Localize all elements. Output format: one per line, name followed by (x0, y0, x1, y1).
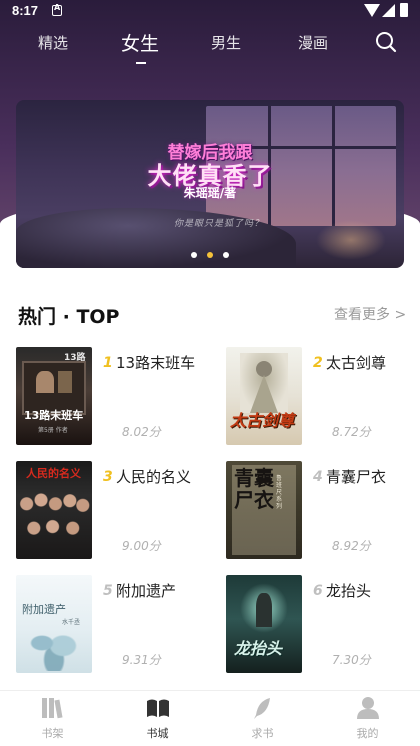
book-item[interactable]: 13路 13路末班车 第5册 作者 1 13路末班车 8.02分 (16, 347, 214, 447)
user-icon (357, 697, 379, 719)
book-title: 太古剑尊 (326, 354, 387, 372)
nav-label: 我的 (356, 727, 379, 740)
nav-bookshelf[interactable]: 书架 (0, 691, 105, 746)
cover-subtitle: 水千丞 (62, 619, 81, 626)
cover-title: 附加遗产 (22, 603, 66, 616)
active-tab-indicator (136, 62, 146, 64)
hot-section-header: 热门 · TOP 查看更多 > (0, 268, 420, 336)
book-score: 8.92分 (332, 539, 371, 553)
book-cover: 13路 13路末班车 第5册 作者 (16, 347, 92, 445)
nav-bookstore[interactable]: 书城 (105, 691, 210, 746)
book-cover: 龙抬头 (226, 575, 302, 673)
main-content: 热门 · TOP 查看更多 > 13路 13路末班车 第5册 作者 1 13路末… (0, 268, 420, 690)
book-score: 8.02分 (122, 425, 161, 439)
signal-icon (382, 4, 395, 17)
tab-female[interactable]: 女生 (121, 29, 159, 56)
book-item[interactable]: 附加遗产 水千丞 5 附加遗产 9.31分 (16, 575, 214, 675)
nav-request-book[interactable]: 求书 (210, 691, 315, 746)
cover-title: 太古剑尊 (230, 411, 295, 430)
book-item[interactable]: 人民的名义 3 人民的名义 9.00分 (16, 461, 214, 561)
cover-title: 青囊尸衣 (234, 466, 274, 512)
book-title: 青囊尸衣 (326, 468, 387, 486)
book-score: 7.30分 (332, 653, 371, 667)
rank-number: 3 (103, 469, 113, 485)
book-cover: 人民的名义 (16, 461, 92, 559)
wifi-icon (364, 4, 380, 17)
bottom-nav-bar: 书架 书城 求书 我的 (0, 690, 420, 746)
top-tab-bar: 精选 女生 男生 漫画 (0, 22, 420, 66)
open-book-icon (147, 699, 169, 717)
book-score: 9.31分 (122, 653, 161, 667)
book-cover: 太古剑尊 (226, 347, 302, 445)
banner-dot-1[interactable] (191, 252, 197, 258)
nav-label: 书架 (41, 727, 64, 740)
section-title: 热门 · TOP (18, 306, 120, 328)
book-cover: 附加遗产 水千丞 (16, 575, 92, 673)
rank-number: 5 (103, 583, 113, 599)
promo-banner[interactable]: 替嫁后我跟 大佬真香了 朱瑶瑶/著 你是眼只是狐了吗？ (16, 100, 404, 268)
book-score: 9.00分 (122, 539, 161, 553)
nav-label: 求书 (251, 727, 274, 740)
rank-number: 6 (313, 583, 323, 599)
book-title: 13路末班车 (116, 354, 196, 372)
banner-author: 朱瑶瑶/著 (183, 186, 237, 200)
banner-pagination (16, 252, 404, 258)
tab-comics[interactable]: 漫画 (298, 32, 328, 53)
rank-number: 4 (313, 469, 323, 485)
book-item[interactable]: 太古剑尊 2 太古剑尊 8.72分 (226, 347, 420, 447)
feather-icon (254, 698, 270, 719)
book-cover: 青囊尸衣 鲁班尺系列 (226, 461, 302, 559)
cover-subtitle: 第5册 作者 (38, 427, 68, 434)
cover-title: 13路末班车 (24, 409, 84, 422)
banner-quote: 你是眼只是狐了吗？ (174, 219, 265, 229)
bookshelf-icon (42, 698, 63, 719)
banner-dot-2[interactable] (207, 252, 213, 258)
nav-label: 书城 (146, 727, 169, 740)
book-score: 8.72分 (332, 425, 371, 439)
cover-subtitle: 鲁班尺系列 (276, 475, 283, 510)
book-item[interactable]: 龙抬头 6 龙抬头 7.30分 (226, 575, 420, 675)
search-icon[interactable] (375, 31, 397, 53)
book-item[interactable]: 青囊尸衣 鲁班尺系列 4 青囊尸衣 8.92分 (226, 461, 420, 561)
cover-title: 龙抬头 (234, 639, 283, 658)
cover-title: 13路 (64, 353, 86, 363)
banner-dot-3[interactable] (223, 252, 229, 258)
cover-title: 人民的名义 (26, 467, 81, 480)
rank-number: 1 (103, 355, 113, 371)
battery-icon (400, 3, 408, 17)
rank-number: 2 (313, 355, 323, 371)
tab-male[interactable]: 男生 (211, 32, 241, 53)
book-title: 龙抬头 (326, 582, 372, 600)
status-time: 8:17 (12, 3, 39, 18)
status-bar: 8:17 (0, 0, 420, 22)
book-title: 附加遗产 (116, 582, 177, 600)
notification-icon (52, 3, 62, 16)
see-more-link[interactable]: 查看更多 > (334, 304, 406, 324)
tab-featured[interactable]: 精选 (38, 32, 68, 53)
book-title: 人民的名义 (116, 468, 192, 486)
nav-profile[interactable]: 我的 (315, 691, 420, 746)
